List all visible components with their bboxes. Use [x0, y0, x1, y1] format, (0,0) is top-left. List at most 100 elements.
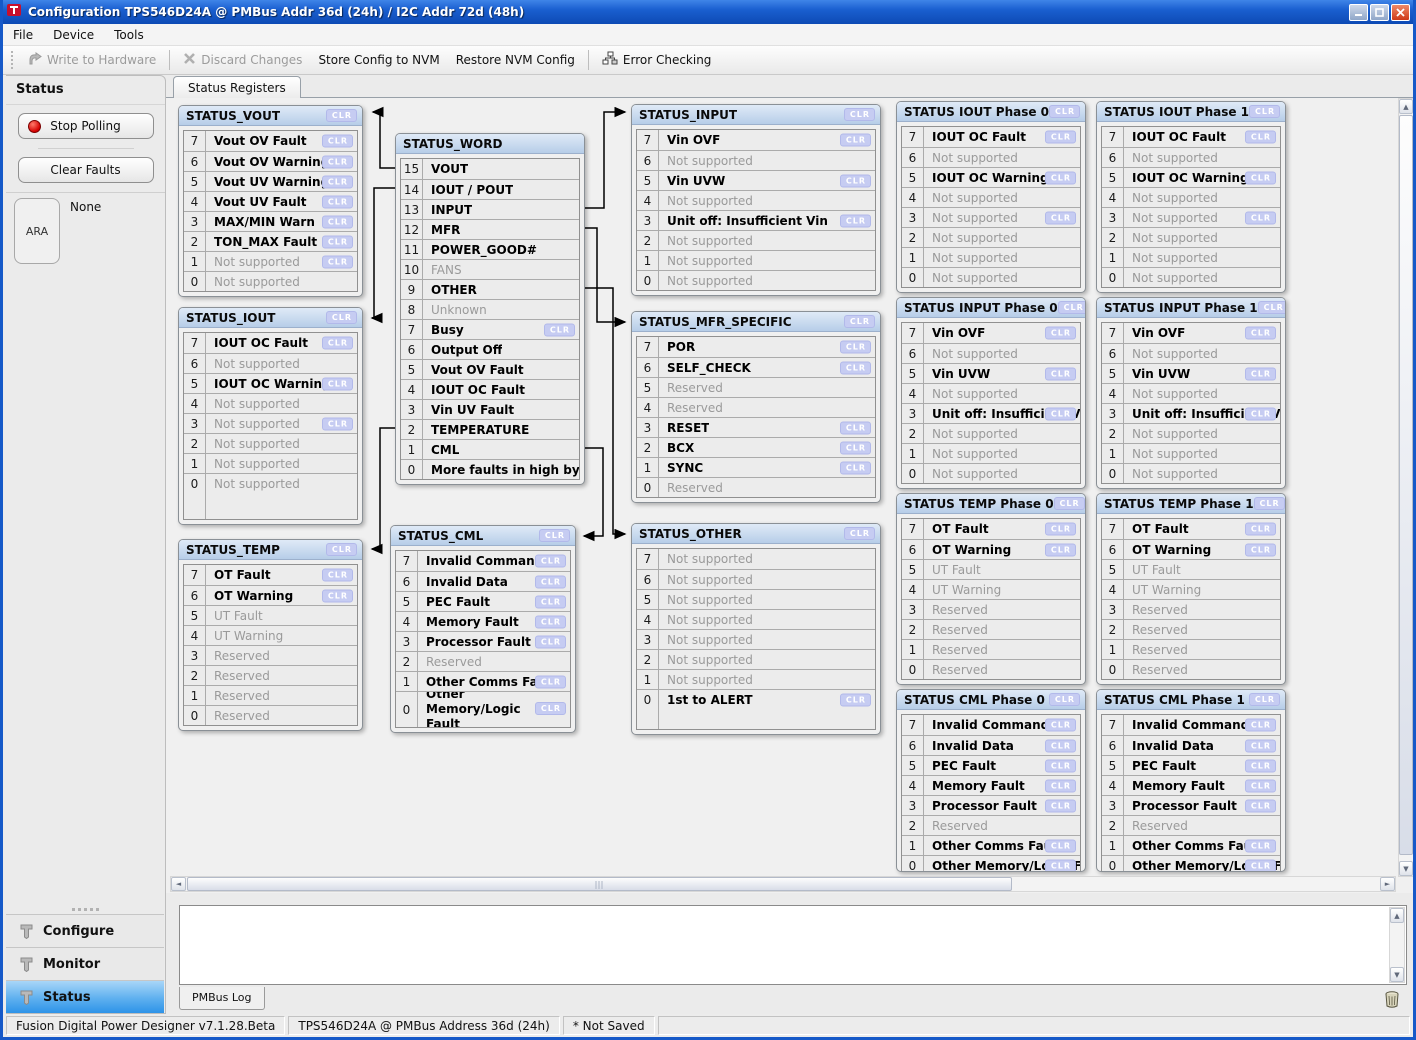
clr-bit-button[interactable]: CLR — [1245, 523, 1276, 536]
clr-bit-button[interactable]: CLR — [322, 135, 353, 148]
clr-bit-button[interactable]: CLR — [1045, 759, 1076, 772]
clr-bit-button[interactable]: CLR — [535, 675, 566, 688]
clr-bit-button[interactable]: CLR — [322, 255, 353, 268]
store-config-to-nvm-button[interactable]: Store Config to NVM — [310, 49, 447, 71]
clr-all-button[interactable]: CLR — [844, 315, 875, 328]
clr-bit-button[interactable]: CLR — [1045, 839, 1076, 852]
clr-bit-button[interactable]: CLR — [840, 441, 871, 454]
clr-bit-button[interactable]: CLR — [1045, 367, 1076, 380]
clr-bit-button[interactable]: CLR — [1245, 327, 1276, 340]
sidebar-item-status[interactable]: Status — [6, 980, 164, 1013]
clr-all-button[interactable]: CLR — [1258, 301, 1286, 314]
clr-bit-button[interactable]: CLR — [1045, 799, 1076, 812]
clr-bit-button[interactable]: CLR — [322, 569, 353, 582]
write-to-hardware-button[interactable]: Write to Hardware — [19, 48, 164, 73]
log-scroll-up-icon[interactable]: ▲ — [1390, 908, 1404, 923]
clr-all-button[interactable]: CLR — [1249, 105, 1280, 118]
tab-status-registers[interactable]: Status Registers — [173, 76, 301, 98]
clr-bit-button[interactable]: CLR — [322, 337, 353, 350]
clr-bit-button[interactable]: CLR — [1045, 719, 1076, 732]
clr-bit-button[interactable]: CLR — [1045, 523, 1076, 536]
splitter-handle[interactable] — [6, 905, 164, 914]
clr-all-button[interactable]: CLR — [1254, 497, 1285, 510]
clr-bit-button[interactable]: CLR — [1045, 131, 1076, 144]
vertical-scrollbar[interactable]: ▲ ▼ — [1398, 98, 1414, 877]
scroll-up-icon[interactable]: ▲ — [1399, 99, 1413, 114]
discard-changes-button[interactable]: Discard Changes — [175, 48, 310, 72]
clr-bit-button[interactable]: CLR — [1245, 839, 1276, 852]
restore-nvm-config-button[interactable]: Restore NVM Config — [448, 49, 583, 71]
clr-bit-button[interactable]: CLR — [840, 214, 871, 227]
clr-bit-button[interactable]: CLR — [535, 555, 566, 568]
sidebar-item-monitor[interactable]: Monitor — [6, 947, 164, 980]
vertical-scroll-thumb[interactable] — [1399, 115, 1413, 855]
clr-bit-button[interactable]: CLR — [322, 589, 353, 602]
clr-bit-button[interactable]: CLR — [1045, 211, 1076, 224]
clr-bit-button[interactable]: CLR — [1245, 719, 1276, 732]
clr-bit-button[interactable]: CLR — [840, 341, 871, 354]
clr-bit-button[interactable]: CLR — [1045, 171, 1076, 184]
scroll-left-icon[interactable]: ◄ — [171, 877, 186, 891]
clr-all-button[interactable]: CLR — [1049, 693, 1080, 706]
clr-bit-button[interactable]: CLR — [840, 461, 871, 474]
minimize-button[interactable] — [1349, 4, 1368, 21]
clr-all-button[interactable]: CLR — [539, 529, 570, 542]
clr-all-button[interactable]: CLR — [844, 527, 875, 540]
menu-tools[interactable]: Tools — [104, 25, 154, 45]
clr-bit-button[interactable]: CLR — [840, 134, 871, 147]
pmbus-log-view[interactable]: ▲ ▼ — [179, 905, 1407, 985]
scroll-down-icon[interactable]: ▼ — [1399, 861, 1413, 876]
clr-bit-button[interactable]: CLR — [1245, 543, 1276, 556]
menu-device[interactable]: Device — [43, 25, 104, 45]
clr-all-button[interactable]: CLR — [1054, 497, 1085, 510]
clr-bit-button[interactable]: CLR — [1245, 799, 1276, 812]
horizontal-scroll-thumb[interactable] — [187, 877, 1012, 891]
clr-bit-button[interactable]: CLR — [544, 323, 575, 336]
clr-bit-button[interactable]: CLR — [840, 361, 871, 374]
clr-bit-button[interactable]: CLR — [1045, 859, 1076, 872]
clr-bit-button[interactable]: CLR — [840, 694, 871, 707]
clr-bit-button[interactable]: CLR — [840, 421, 871, 434]
clr-bit-button[interactable]: CLR — [1045, 543, 1076, 556]
log-vertical-scrollbar[interactable]: ▲ ▼ — [1389, 907, 1405, 983]
clr-bit-button[interactable]: CLR — [322, 195, 353, 208]
clr-all-button[interactable]: CLR — [1058, 301, 1086, 314]
clr-bit-button[interactable]: CLR — [1045, 739, 1076, 752]
clr-bit-button[interactable]: CLR — [535, 702, 566, 715]
clr-bit-button[interactable]: CLR — [535, 595, 566, 608]
error-checking-button[interactable]: Error Checking — [594, 47, 720, 73]
clr-bit-button[interactable]: CLR — [535, 635, 566, 648]
menu-file[interactable]: File — [3, 25, 43, 45]
ara-button[interactable]: ARA — [14, 198, 60, 264]
clr-bit-button[interactable]: CLR — [1245, 211, 1276, 224]
clr-bit-button[interactable]: CLR — [840, 174, 871, 187]
clr-bit-button[interactable]: CLR — [1245, 759, 1276, 772]
clr-bit-button[interactable]: CLR — [1245, 779, 1276, 792]
clr-all-button[interactable]: CLR — [844, 108, 875, 121]
close-button[interactable] — [1391, 4, 1410, 21]
clr-bit-button[interactable]: CLR — [322, 175, 353, 188]
clr-bit-button[interactable]: CLR — [1245, 171, 1276, 184]
clr-bit-button[interactable]: CLR — [322, 235, 353, 248]
clr-bit-button[interactable]: CLR — [1245, 859, 1276, 872]
clr-bit-button[interactable]: CLR — [322, 377, 353, 390]
clr-all-button[interactable]: CLR — [326, 543, 357, 556]
horizontal-scrollbar[interactable]: ◄ ► — [170, 876, 1396, 892]
clr-bit-button[interactable]: CLR — [1245, 131, 1276, 144]
clear-faults-button[interactable]: Clear Faults — [18, 157, 154, 183]
clear-log-trash-icon[interactable] — [1384, 991, 1400, 1012]
clr-bit-button[interactable]: CLR — [322, 417, 353, 430]
clr-all-button[interactable]: CLR — [1249, 693, 1280, 706]
clr-bit-button[interactable]: CLR — [322, 215, 353, 228]
clr-bit-button[interactable]: CLR — [1245, 367, 1276, 380]
stop-polling-button[interactable]: Stop Polling — [18, 113, 154, 139]
log-scroll-down-icon[interactable]: ▼ — [1390, 967, 1404, 982]
clr-bit-button[interactable]: CLR — [1245, 739, 1276, 752]
sidebar-item-configure[interactable]: Configure — [6, 914, 164, 947]
clr-bit-button[interactable]: CLR — [322, 155, 353, 168]
clr-bit-button[interactable]: CLR — [535, 615, 566, 628]
clr-bit-button[interactable]: CLR — [1045, 407, 1076, 420]
maximize-button[interactable] — [1370, 4, 1389, 21]
clr-bit-button[interactable]: CLR — [1045, 779, 1076, 792]
clr-bit-button[interactable]: CLR — [1245, 407, 1276, 420]
